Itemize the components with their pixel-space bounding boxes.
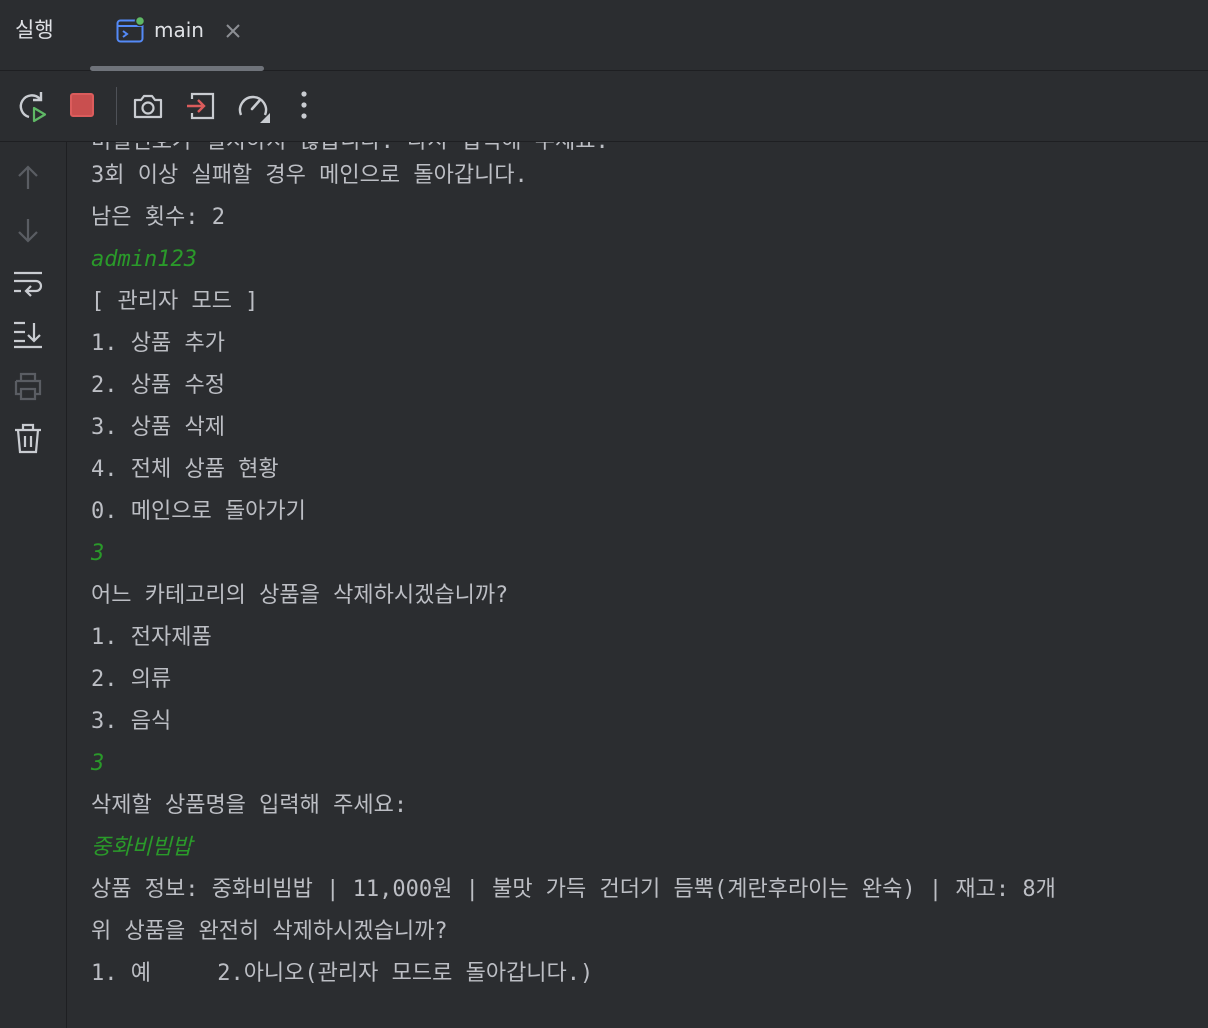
toolbar-separator [116,87,117,125]
console-output-line: 1. 예 2.아니오(관리자 모드로 돌아갑니다.) [91,961,594,986]
console-output-line: 남은 횟수: 2 [91,205,225,230]
exit-icon[interactable] [184,89,218,123]
up-arrow-icon[interactable] [12,162,44,194]
console-output-line: 3회 이상 실패할 경우 메인으로 돌아갑니다. [91,163,528,188]
status-dot [134,16,146,27]
stop-icon[interactable] [65,89,99,123]
console-output-line: 4. 전체 상품 현황 [91,457,279,482]
down-arrow-icon[interactable] [12,214,44,246]
more-options-icon[interactable] [288,89,322,123]
tool-window-title[interactable]: 실행 [15,14,54,44]
tool-window-header: 실행 main [0,0,1208,71]
console-output-line: 위 상품을 완전히 삭제하시겠습니까? [91,919,448,944]
soft-wrap-icon[interactable] [12,266,44,298]
run-toolbar [0,71,1208,142]
console-output-line: 상품 정보: 중화비빔밥 | 11,000원 | 불맛 가득 건더기 듬뿍(계란… [91,877,1056,902]
close-icon[interactable] [224,22,242,40]
console-input-line: admin123 [91,247,197,272]
scroll-to-end-icon[interactable] [12,318,44,350]
console-output-line: 0. 메인으로 돌아가기 [91,499,306,524]
console-output-line: 어느 카테고리의 상품을 삭제하시겠습니까? [91,583,509,608]
console-input-line: 3 [91,541,105,566]
console-output-line: 삭제할 상품명을 입력해 주세요: [91,793,408,818]
console-window-icon [116,16,146,44]
console-side-toolbar [0,142,67,1028]
trash-icon[interactable] [12,422,44,454]
console-input-line: 중화비빔밥 [91,835,193,860]
console-output-line: 3. 상품 삭제 [91,415,225,440]
console-output-line: 2. 의류 [91,667,172,692]
console-output-line: 1. 전자제품 [91,625,212,650]
console-output-line: 1. 상품 추가 [91,331,225,356]
console-input-line: 3 [91,751,105,776]
console-output-line: 2. 상품 수정 [91,373,225,398]
console-output-line: [ 관리자 모드 ] [91,289,259,314]
rerun-icon[interactable] [14,89,48,123]
console-output[interactable]: 비밀번호가 일치하지 않습니다. 다시 입력해 주세요. 3회 이상 실패할 경… [67,142,1208,1028]
tab-label: main [154,18,204,42]
console-output-line: 3. 음식 [91,709,172,734]
profiler-gauge-icon[interactable] [236,89,270,123]
print-icon[interactable] [12,370,44,402]
camera-icon[interactable] [131,89,165,123]
tab-main[interactable]: main [90,0,264,71]
